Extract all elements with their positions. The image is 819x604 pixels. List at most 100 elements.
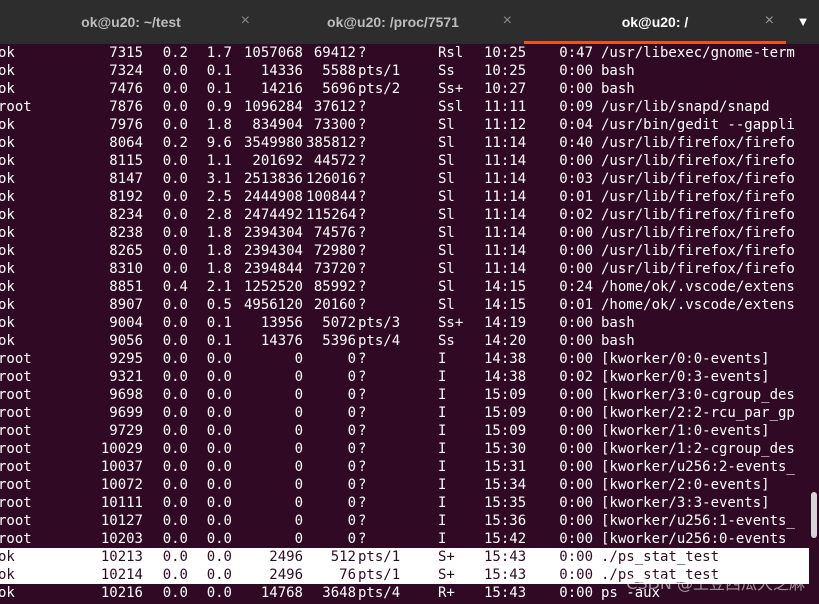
tab-menu-chevron-down-icon[interactable]: ▼ <box>793 14 813 30</box>
close-icon[interactable]: × <box>765 12 774 30</box>
process-pid: 7976 <box>109 117 143 133</box>
process-time: 0:02 <box>559 369 593 385</box>
process-pid: 9698 <box>109 387 143 403</box>
process-pid: 8265 <box>109 243 143 259</box>
process-vsz: 2474492 <box>243 207 303 223</box>
process-vsz: 0 <box>294 423 303 439</box>
process-user: ok <box>0 261 15 277</box>
process-user: root <box>0 99 32 115</box>
process-tty: pts/4 <box>358 585 401 601</box>
process-rss: 5396 <box>322 333 356 349</box>
process-start: 14:38 <box>484 351 527 367</box>
process-cpu: 0.2 <box>162 45 188 61</box>
process-rss: 85992 <box>313 279 356 295</box>
process-stat: I <box>438 405 447 421</box>
process-start: 10:25 <box>484 63 527 79</box>
process-row: ok 9056 0.0 0.1 14376 5396 pts/4 Ss 14:20 0:00 bas… <box>0 332 809 350</box>
process-row: ok 8310 0.0 1.8 2394844 73720? Sl 11:14 0:00/usr… <box>0 260 809 278</box>
tab-proc[interactable]: ok@u20: /proc/7571 × <box>262 0 524 44</box>
process-tty: ? <box>358 117 367 133</box>
process-cmd: [kworker/2:0-events] <box>601 477 770 493</box>
close-icon[interactable]: × <box>503 12 512 30</box>
process-start: 11:12 <box>484 117 527 133</box>
process-mem: 9.6 <box>206 135 232 151</box>
process-pid: 7315 <box>109 45 143 61</box>
process-pid: 10029 <box>100 441 143 457</box>
process-vsz: 4956120 <box>243 297 303 313</box>
process-time: 0:40 <box>559 135 593 151</box>
tab-test[interactable]: ok@u20: ~/test × <box>0 0 262 44</box>
process-row: ok 7315 0.2 1.7 1057068 69412? Rsl 10:25 0:47/us… <box>0 44 809 62</box>
process-mem: 0.9 <box>206 99 232 115</box>
process-cpu: 0.0 <box>162 81 188 97</box>
terminal-output[interactable]: ok 7315 0.2 1.7 1057068 69412? Rsl 10:25 0:47/us… <box>0 44 809 604</box>
process-user: root <box>0 477 32 493</box>
process-vsz: 0 <box>294 495 303 511</box>
process-stat: Sl <box>438 297 455 313</box>
process-mem: 1.8 <box>206 243 232 259</box>
process-rss: 20160 <box>313 297 356 313</box>
process-vsz: 1252520 <box>243 279 303 295</box>
process-pid: 8310 <box>109 261 143 277</box>
process-rss: 0 <box>347 423 356 439</box>
scrollbar[interactable] <box>809 44 819 604</box>
scroll-thumb[interactable] <box>811 492 817 538</box>
process-time: 0:00 <box>559 153 593 169</box>
process-start: 15:31 <box>484 459 527 475</box>
process-pid: 10111 <box>100 495 143 511</box>
process-rss: 0 <box>347 405 356 421</box>
process-stat: I <box>438 387 447 403</box>
process-vsz: 0 <box>294 369 303 385</box>
process-mem: 0.0 <box>206 477 232 493</box>
process-time: 0:04 <box>559 117 593 133</box>
process-vsz: 0 <box>294 513 303 529</box>
tab-root[interactable]: ok@u20: / × <box>524 0 786 44</box>
process-user: root <box>0 459 32 475</box>
process-tty: ? <box>358 225 367 241</box>
process-user: root <box>0 423 32 439</box>
process-start: 14:15 <box>484 279 527 295</box>
process-mem: 0.0 <box>206 387 232 403</box>
process-user: root <box>0 531 32 547</box>
process-cpu: 0.0 <box>162 189 188 205</box>
process-rss: 512 <box>330 549 356 565</box>
process-pid: 9056 <box>109 333 143 349</box>
process-mem: 0.1 <box>206 333 232 349</box>
process-cpu: 0.0 <box>162 585 188 601</box>
process-time: 0:09 <box>559 99 593 115</box>
process-user: ok <box>0 207 15 223</box>
process-pid: 9321 <box>109 369 143 385</box>
process-cmd: [kworker/0:3-events] <box>601 369 770 385</box>
process-vsz: 3549980 <box>243 135 303 151</box>
process-row: root 10111 0.0 0.0 0 0? I 15:35 0:00 [kworker/3:3… <box>0 494 809 512</box>
process-cpu: 0.0 <box>162 207 188 223</box>
process-row: root 10203 0.0 0.0 0 0? I 15:42 0:00 [kworker/u25… <box>0 530 809 548</box>
process-time: 0:00 <box>559 243 593 259</box>
process-user: ok <box>0 81 15 97</box>
process-mem: 1.7 <box>206 45 232 61</box>
process-time: 0:00 <box>559 261 593 277</box>
process-cmd: bash <box>601 315 635 331</box>
process-row: ok 7476 0.0 0.1 14216 5696 pts/2 Ss+ 10:27 0:00 ba… <box>0 80 809 98</box>
process-rss: 0 <box>347 369 356 385</box>
process-user: root <box>0 351 32 367</box>
process-start: 15:36 <box>484 513 527 529</box>
process-cmd: bash <box>601 333 635 349</box>
process-cpu: 0.0 <box>162 117 188 133</box>
process-tty: ? <box>358 351 367 367</box>
process-tty: ? <box>358 477 367 493</box>
process-rss: 100844 <box>306 189 357 205</box>
process-mem: 0.0 <box>206 567 232 583</box>
process-rss: 74576 <box>313 225 356 241</box>
process-time: 0:00 <box>559 549 593 565</box>
process-cpu: 0.0 <box>162 351 188 367</box>
process-cmd: /home/ok/.vscode/extens <box>601 297 795 313</box>
close-icon[interactable]: × <box>241 12 250 30</box>
process-start: 11:14 <box>484 243 527 259</box>
process-row: ok 7324 0.0 0.1 14336 5588 pts/1 Ss 10:25 0:00 bas… <box>0 62 809 80</box>
process-time: 0:00 <box>559 567 593 583</box>
process-cpu: 0.0 <box>162 225 188 241</box>
process-rss: 0 <box>347 387 356 403</box>
process-row: ok 8115 0.0 1.1 201692 44572? Sl 11:14 0:00/usr/… <box>0 152 809 170</box>
process-mem: 3.1 <box>206 171 232 187</box>
